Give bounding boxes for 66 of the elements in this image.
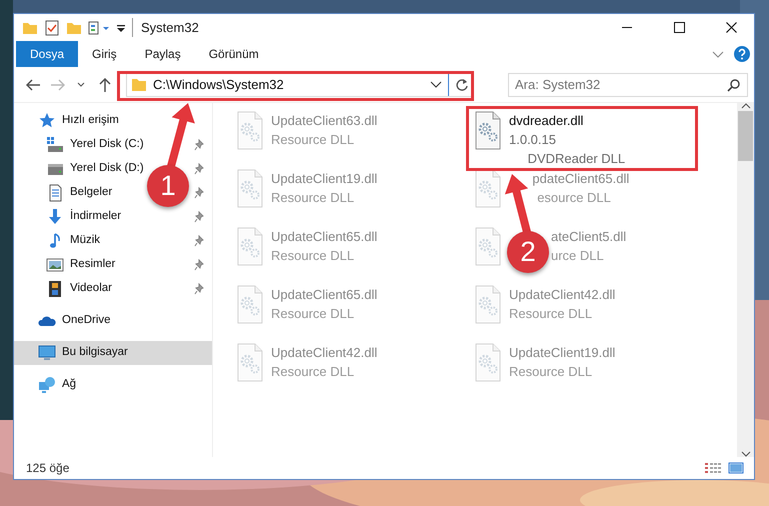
- scroll-up-icon[interactable]: [740, 103, 750, 109]
- pin-icon[interactable]: [194, 187, 204, 199]
- address-bar[interactable]: C:\Windows\System32: [126, 72, 472, 96]
- file-detail: esource DLL: [537, 189, 611, 207]
- up-arrow-icon[interactable]: [99, 78, 111, 92]
- scrollbar[interactable]: [737, 103, 754, 457]
- search-icon: [727, 78, 741, 92]
- address-field[interactable]: C:\Windows\System32: [153, 74, 424, 94]
- sidebar-item[interactable]: Yerel Disk (C:): [70, 136, 144, 154]
- close-icon[interactable]: [726, 22, 736, 33]
- scroll-down-icon[interactable]: [740, 451, 750, 457]
- back-arrow-icon[interactable]: [26, 78, 40, 90]
- file-detail: Resource DLL: [271, 363, 354, 381]
- ribbon-tab[interactable]: Dosya: [16, 41, 78, 67]
- dropdown-icon[interactable]: [77, 82, 85, 87]
- sidebar-item[interactable]: Bu bilgisayar: [62, 344, 128, 362]
- pin-icon[interactable]: [194, 139, 204, 151]
- sidebar-item[interactable]: Hızlı erişim: [62, 112, 119, 130]
- properties-icon[interactable]: [88, 20, 110, 36]
- monitor-icon: [38, 344, 56, 362]
- network-icon: [38, 376, 56, 394]
- star-icon: [38, 112, 56, 130]
- pin-icon[interactable]: [194, 235, 204, 247]
- sidebar-item[interactable]: Yerel Disk (D:): [70, 160, 144, 178]
- ribbon-tab[interactable]: Paylaş: [130, 41, 195, 67]
- file-detail: urce DLL: [551, 247, 604, 265]
- sidebar-item[interactable]: Müzik: [70, 232, 100, 250]
- sidebar-item[interactable]: Belgeler: [70, 184, 112, 202]
- window-title: System32: [132, 18, 199, 38]
- pin-icon[interactable]: [194, 283, 204, 295]
- maximize-icon[interactable]: [674, 22, 684, 33]
- film-strip-icon: [46, 280, 64, 298]
- file-detail: Resource DLL: [271, 131, 354, 149]
- scroll-thumb[interactable]: [738, 111, 753, 161]
- item-count: 125 öğe: [26, 460, 70, 477]
- pin-icon[interactable]: [194, 211, 204, 223]
- picture-frame-icon: [46, 256, 64, 274]
- file-detail: Resource DLL: [271, 305, 354, 323]
- help-icon[interactable]: [734, 46, 750, 62]
- checklist-icon[interactable]: [44, 20, 60, 36]
- drive-icon: [46, 136, 64, 154]
- sidebar-item[interactable]: Resimler: [70, 256, 116, 274]
- pin-icon[interactable]: [194, 259, 204, 271]
- file-detail: Resource DLL: [271, 189, 354, 207]
- details-view-icon[interactable]: [704, 462, 722, 474]
- sidebar-item[interactable]: Ağ: [62, 376, 76, 394]
- refresh-icon[interactable]: [455, 78, 468, 91]
- file-detail: Resource DLL: [509, 363, 592, 381]
- large-icons-view-icon[interactable]: [728, 462, 744, 474]
- chevron-icon[interactable]: [712, 50, 724, 58]
- file-detail: 1.0.0.15: [509, 131, 556, 149]
- folder-icon: [131, 78, 147, 92]
- ribbon-tab[interactable]: Görünüm: [194, 41, 273, 67]
- pin-icon[interactable]: [194, 163, 204, 175]
- ribbon-tab[interactable]: Giriş: [78, 41, 131, 67]
- search-box[interactable]: Ara: System32: [508, 72, 748, 96]
- sidebar-item[interactable]: İndirmeler: [70, 208, 122, 226]
- download-arrow-icon: [46, 208, 64, 226]
- sidebar-item[interactable]: OneDrive: [62, 312, 111, 330]
- file-name[interactable]: dvdreader.dll: [509, 111, 584, 130]
- folder-icon: [22, 20, 38, 34]
- dropdown-icon[interactable]: [430, 81, 442, 88]
- sidebar-item[interactable]: Videolar: [70, 280, 112, 298]
- file-detail: Resource DLL: [509, 305, 592, 323]
- file-detail: DVDReader DLL: [528, 150, 626, 168]
- file-detail: Resource DLL: [271, 247, 354, 265]
